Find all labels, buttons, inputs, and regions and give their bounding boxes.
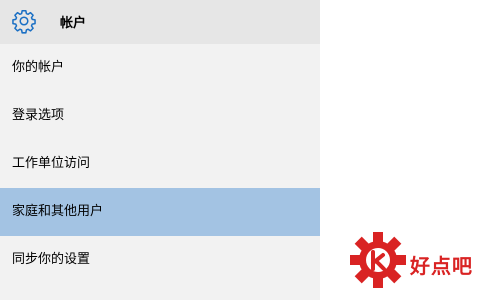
sidebar-item-sync-settings[interactable]: 同步你的设置	[0, 236, 320, 284]
sidebar-item-family-other-users[interactable]: 家庭和其他用户	[0, 188, 320, 236]
settings-header: 帐户	[0, 0, 320, 44]
settings-nav: 你的帐户 登录选项 工作单位访问 家庭和其他用户 同步你的设置	[0, 44, 320, 284]
watermark-gear-icon	[350, 232, 406, 288]
sidebar-item-work-access[interactable]: 工作单位访问	[0, 140, 320, 188]
gear-icon[interactable]	[10, 7, 38, 35]
sidebar-item-sign-in-options[interactable]: 登录选项	[0, 92, 320, 140]
settings-sidebar: 帐户 你的帐户 登录选项 工作单位访问 家庭和其他用户 同步你的设置	[0, 0, 320, 300]
watermark-text: 好点吧	[410, 254, 473, 278]
page-title: 帐户	[60, 16, 87, 31]
watermark-logo: 好点吧	[348, 226, 484, 294]
sidebar-item-your-account[interactable]: 你的帐户	[0, 44, 320, 92]
